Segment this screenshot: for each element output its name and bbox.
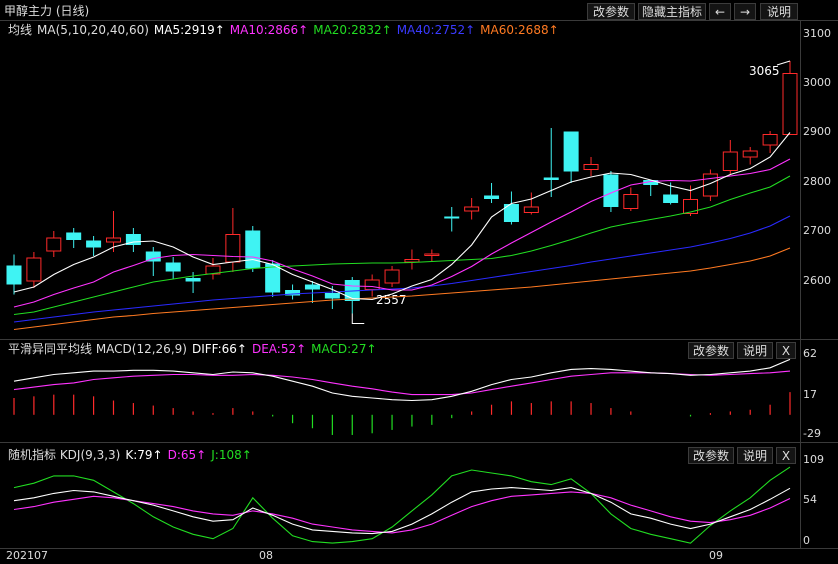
candle-body <box>543 177 559 180</box>
candle-body <box>782 73 798 135</box>
candle-body <box>404 259 420 263</box>
ma10-line <box>13 158 791 308</box>
candle-body <box>424 253 440 256</box>
candle-body <box>523 206 539 213</box>
chart-canvas <box>6 60 798 544</box>
kdj-k-line <box>13 487 791 535</box>
candle-body <box>165 262 181 272</box>
candle-body <box>762 134 778 146</box>
candle-body <box>444 216 460 219</box>
candle-body <box>683 199 699 214</box>
candle-body <box>563 131 579 172</box>
macd-diff-line <box>13 358 791 402</box>
kdj-d-line <box>13 491 791 534</box>
candle-body <box>245 230 261 269</box>
candle-body <box>26 257 42 282</box>
ma5-line <box>13 132 791 301</box>
candle-body <box>663 194 679 203</box>
candle-body <box>46 237 62 252</box>
candle-body <box>364 279 380 290</box>
candle-body <box>304 284 320 290</box>
candle-body <box>583 164 599 170</box>
candle-body <box>324 293 340 299</box>
candle-body <box>484 195 500 199</box>
candle-body <box>105 237 121 243</box>
candle-body <box>66 232 82 240</box>
low-pointer <box>351 313 365 324</box>
high-pointer <box>776 60 791 66</box>
candle-body <box>623 194 639 209</box>
candle-body <box>185 278 201 282</box>
candle-body <box>86 240 102 248</box>
candle-body <box>384 269 400 284</box>
candle-body <box>265 263 281 293</box>
candle-body <box>742 150 758 158</box>
candle-body <box>722 151 738 171</box>
candle-body <box>225 234 241 263</box>
ma40-line <box>13 215 791 323</box>
candle-body <box>6 265 22 285</box>
macd-dea-line <box>13 370 791 396</box>
candle-body <box>464 206 480 212</box>
